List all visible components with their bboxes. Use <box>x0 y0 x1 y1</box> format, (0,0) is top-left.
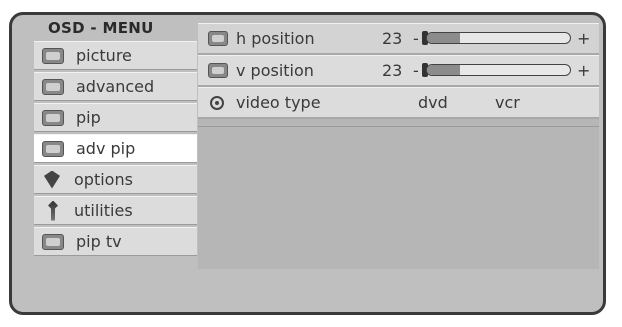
menu-item-label: options <box>74 170 133 189</box>
divider <box>198 126 599 127</box>
menu-item-pip-tv[interactable]: pip tv <box>34 227 197 256</box>
adv-pip-icon <box>42 140 64 157</box>
menu-item-label: pip tv <box>76 232 122 251</box>
video-type-label: video type <box>236 93 321 112</box>
menu-item-adv-pip[interactable]: adv pip <box>34 134 197 163</box>
h-position-increase[interactable]: + <box>577 29 590 48</box>
v-position-row[interactable]: v position 23 - + <box>198 55 599 87</box>
utilities-icon <box>48 200 58 221</box>
menu-item-label: picture <box>76 46 132 65</box>
h-position-slider[interactable] <box>426 32 571 44</box>
v-position-fill <box>427 65 460 75</box>
video-type-option-dvd[interactable]: dvd <box>418 93 448 112</box>
menu-item-label: adv pip <box>76 139 136 158</box>
h-position-decrease[interactable]: - <box>413 29 419 48</box>
h-position-icon <box>208 31 228 46</box>
options-icon <box>44 170 60 189</box>
empty-content-area <box>198 119 599 269</box>
h-position-fill <box>427 33 460 43</box>
h-position-value: 23 <box>382 29 403 48</box>
menu-item-label: pip <box>76 108 101 127</box>
v-position-slider[interactable] <box>426 64 571 76</box>
menu-title: OSD - MENU <box>48 19 154 37</box>
pip-tv-icon <box>42 233 64 250</box>
menu-list: picture advanced pip adv pip options uti… <box>34 41 197 258</box>
v-position-value: 23 <box>382 61 403 80</box>
v-position-increase[interactable]: + <box>577 61 590 80</box>
v-position-label: v position <box>236 61 314 80</box>
menu-item-pip[interactable]: pip <box>34 103 197 132</box>
menu-item-utilities[interactable]: utilities <box>34 196 197 225</box>
v-position-decrease[interactable]: - <box>413 61 419 80</box>
radio-icon <box>210 95 224 110</box>
video-type-row[interactable]: video type dvd vcr <box>198 87 599 119</box>
menu-item-picture[interactable]: picture <box>34 41 197 70</box>
menu-item-label: advanced <box>76 77 155 96</box>
menu-item-options[interactable]: options <box>34 165 197 194</box>
pip-icon <box>42 109 64 126</box>
video-type-option-vcr[interactable]: vcr <box>495 93 520 112</box>
settings-panel: h position 23 - + v position 23 - + vide… <box>198 23 599 119</box>
picture-icon <box>42 47 64 64</box>
advanced-icon <box>42 78 64 95</box>
menu-item-advanced[interactable]: advanced <box>34 72 197 101</box>
h-position-label: h position <box>236 29 315 48</box>
menu-item-label: utilities <box>74 201 133 220</box>
h-position-row[interactable]: h position 23 - + <box>198 23 599 55</box>
v-position-icon <box>208 63 228 78</box>
